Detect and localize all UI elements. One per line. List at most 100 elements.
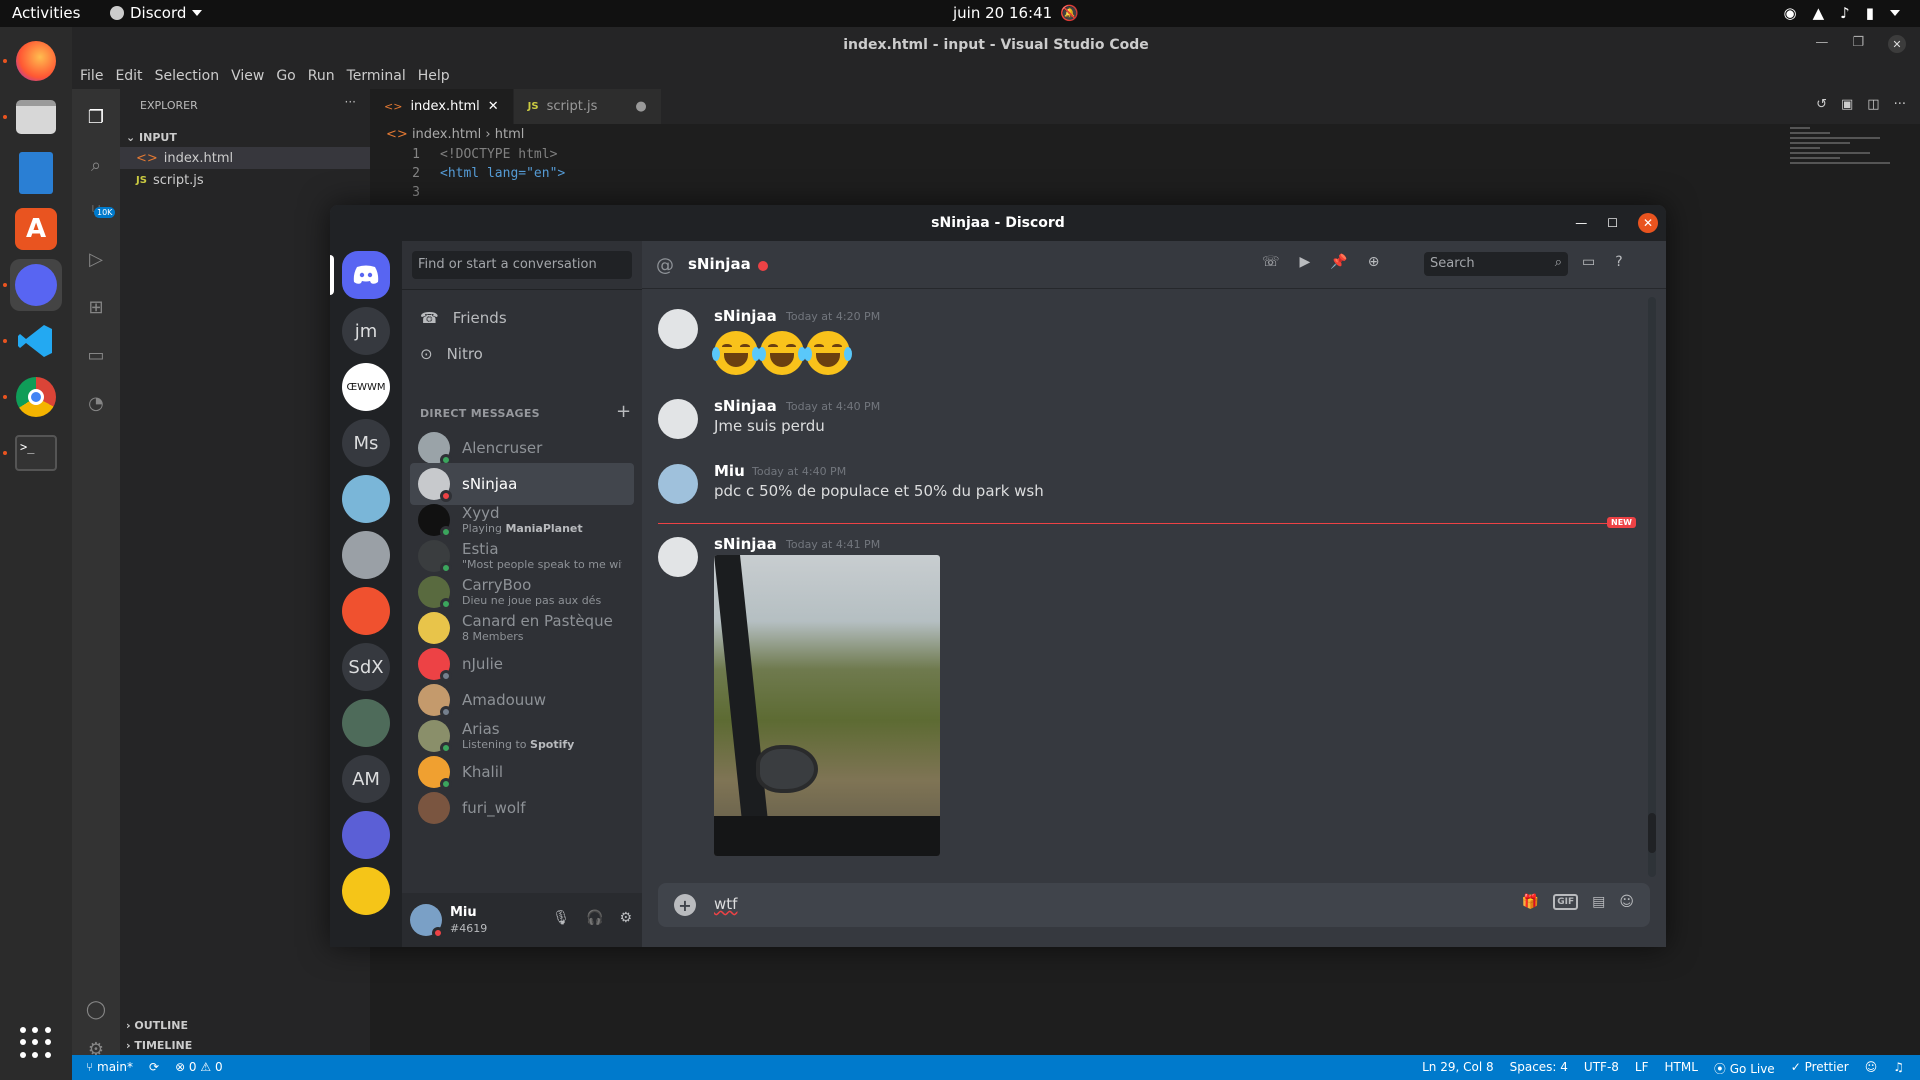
voice-call-icon[interactable]: ☏ [1262,254,1280,270]
firefox-icon[interactable] [10,35,62,87]
avatar[interactable] [658,399,698,439]
outline-section[interactable]: › OUTLINE [126,1019,188,1032]
timeline-icon[interactable]: ↺ [1816,97,1827,112]
folder-section[interactable]: ⌄ INPUT [126,131,177,144]
terminal-icon[interactable]: >_ [10,427,62,479]
writer-icon[interactable] [10,147,62,199]
message-author[interactable]: sNinjaa [714,307,777,325]
server-icon[interactable] [342,475,390,523]
laughing-crying-emoji-icon[interactable] [804,331,852,375]
server-icon[interactable]: Ms [342,419,390,467]
server-icon[interactable]: SdX [342,643,390,691]
server-icon[interactable]: jm [342,307,390,355]
mute-mic-icon[interactable]: 🎙 [552,910,570,926]
deafen-headphones-icon[interactable]: 🎧 [586,910,603,926]
message-author[interactable]: sNinjaa [714,397,777,415]
feedback-icon[interactable]: ☺ [1865,1060,1878,1077]
extensions-icon[interactable]: ⊞ [84,295,108,319]
folder-icon[interactable]: ▭ [84,343,108,367]
sticker-icon[interactable]: ▤ [1592,894,1605,910]
create-dm-icon[interactable]: + [616,401,631,422]
server-icon[interactable] [342,811,390,859]
git-graph-icon[interactable]: ◔ [84,391,108,415]
avatar[interactable] [658,309,698,349]
file-item[interactable]: JS script.js [120,169,370,191]
files-icon[interactable] [10,91,62,143]
inbox-icon[interactable]: ▭ [1582,254,1595,270]
home-button[interactable] [342,251,390,299]
explorer-icon[interactable]: ❐ [84,105,108,129]
message-author[interactable]: sNinjaa [714,535,777,553]
language-mode[interactable]: HTML [1665,1060,1698,1077]
menu-help[interactable]: Help [418,68,450,84]
preview-icon[interactable]: ▣ [1841,97,1853,112]
breadcrumb-element[interactable]: html [495,127,525,142]
minimize-button[interactable]: — [1575,216,1587,230]
menu-selection[interactable]: Selection [155,68,220,84]
server-icon[interactable]: ŒWWM [342,363,390,411]
problems-status[interactable]: ⊗ 0 ⚠ 0 [175,1060,223,1074]
emoji-picker-icon[interactable]: ☺ [1619,894,1634,910]
tab-script-js[interactable]: JS script.js ● [513,89,662,124]
pinned-messages-icon[interactable]: 📌 [1330,254,1347,270]
breadcrumb-file[interactable]: index.html [412,127,481,142]
menu-view[interactable]: View [231,68,264,84]
message-input[interactable]: wtf [714,895,737,913]
menu-file[interactable]: File [80,68,103,84]
gift-icon[interactable]: 🎁 [1522,894,1539,910]
username[interactable]: Miu [450,905,477,920]
chrome-icon[interactable] [10,371,62,423]
discord-tray-icon[interactable]: ◉ [1784,4,1797,22]
laughing-crying-emoji-icon[interactable] [758,331,806,375]
go-live-button[interactable]: ⦿ Go Live [1714,1060,1775,1077]
add-friends-to-dm-icon[interactable]: ⊕ [1368,254,1380,270]
more-actions-icon[interactable]: ··· [1894,97,1906,112]
discord-icon[interactable] [10,259,62,311]
clock[interactable]: juin 20 16:41 🔕 [953,4,1079,22]
chat-scrollbar[interactable] [1648,297,1656,877]
recipient-name[interactable]: sNinjaa [688,255,751,273]
close-button[interactable]: ✕ [1638,213,1658,233]
avatar[interactable] [658,464,698,504]
find-conversation-input[interactable]: Find or start a conversation [412,251,632,279]
user-settings-gear-icon[interactable]: ⚙ [619,910,632,926]
server-icon[interactable] [342,531,390,579]
server-icon[interactable] [342,867,390,915]
app-menu[interactable]: Discord [110,4,203,22]
gif-icon[interactable]: GIF [1553,894,1579,910]
server-icon[interactable] [342,587,390,635]
cursor-position[interactable]: Ln 29, Col 8 [1422,1060,1494,1077]
software-icon[interactable]: A [10,203,62,255]
more-actions-icon[interactable]: ··· [345,95,356,109]
split-editor-icon[interactable]: ◫ [1867,97,1879,112]
close-tab-icon[interactable]: ✕ [488,99,499,114]
menu-edit[interactable]: Edit [115,68,142,84]
bell-icon[interactable]: ♫ [1893,1060,1904,1077]
message-composer[interactable]: + wtf 🎁 GIF ▤ ☺ [658,883,1650,927]
maximize-button[interactable]: ☐ [1607,216,1618,230]
menu-run[interactable]: Run [308,68,335,84]
show-apps-icon[interactable] [20,1027,52,1059]
nav-nitro[interactable]: ⊙ Nitro [410,333,634,375]
server-icon[interactable] [342,699,390,747]
video-call-icon[interactable]: ▶ [1300,254,1311,270]
help-icon[interactable]: ? [1615,254,1622,270]
message-author[interactable]: Miu [714,462,745,480]
server-icon[interactable]: AM [342,755,390,803]
maximize-button[interactable]: ❐ [1852,35,1864,53]
file-item[interactable]: <> index.html [120,147,370,169]
system-tray[interactable]: ◉ ▲ ♪ ▮ [1784,4,1900,22]
search-input[interactable]: Search ⌕ [1424,252,1568,276]
dm-item[interactable]: furi_wolf [410,787,634,829]
image-attachment[interactable] [714,555,940,856]
unsaved-dot-icon[interactable]: ● [635,99,646,114]
account-icon[interactable]: ◯ [84,997,108,1021]
eol[interactable]: LF [1635,1060,1649,1077]
menu-go[interactable]: Go [276,68,295,84]
timeline-section[interactable]: › TIMELINE [126,1039,192,1052]
minimize-button[interactable]: — [1815,35,1828,53]
vscode-icon[interactable] [10,315,62,367]
minimap[interactable] [1790,127,1900,207]
sync-icon[interactable]: ⟳ [149,1060,159,1074]
laughing-crying-emoji-icon[interactable] [712,331,760,375]
